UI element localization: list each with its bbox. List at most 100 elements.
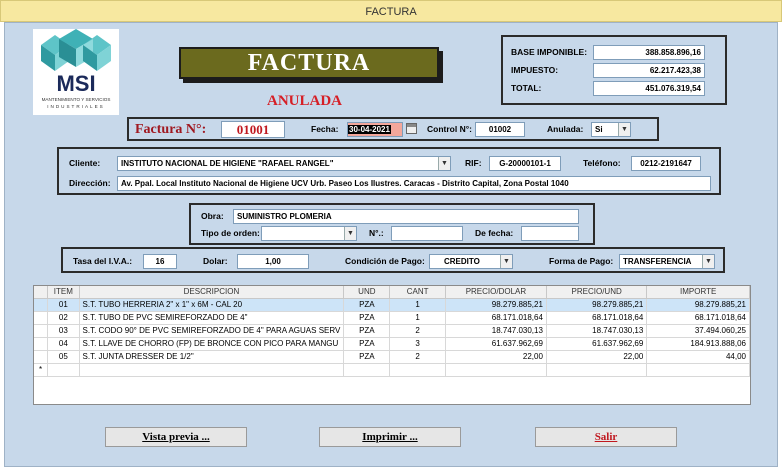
column-header-description[interactable]: DESCRIPCION [79,286,345,299]
cell-item[interactable] [47,363,80,377]
dollar-label: Dolar: [203,256,228,266]
cell-price-dollar[interactable]: 68.171.018,64 [445,311,547,325]
cell-unit[interactable]: PZA [343,311,391,325]
chevron-down-icon[interactable]: ▼ [702,255,714,268]
column-header-unit[interactable]: UND [343,286,391,299]
method-value: TRANSFERENCIA [623,257,692,266]
base-label: BASE IMPONIBLE: [511,47,588,57]
new-record-row[interactable]: * [34,363,750,377]
table-row[interactable]: 02 S.T. TUBO DE PVC SEMIREFORZADO DE 4" … [34,311,750,325]
cell-amount[interactable]: 37.494.060,25 [646,324,750,338]
cell-description[interactable]: S.T. LLAVE DE CHORRO (FP) DE BRONCE CON … [79,337,345,351]
cell-amount[interactable]: 98.279.885,21 [646,298,750,312]
from-date-label: De fecha: [475,228,514,238]
cell-quantity[interactable]: 2 [389,324,446,338]
cell-item[interactable]: 04 [47,337,80,351]
dollar-field[interactable]: 1,00 [237,254,309,269]
row-selector[interactable] [34,337,49,351]
cell-item[interactable]: 03 [47,324,80,338]
table-row[interactable]: 04 S.T. LLAVE DE CHORRO (FP) DE BRONCE C… [34,337,750,351]
cell-amount[interactable]: 184.913.888,06 [646,337,750,351]
cell-description[interactable]: S.T. CODO 90° DE PVC SEMIREFORZADO DE 4"… [79,324,345,338]
chevron-down-icon[interactable]: ▼ [500,255,512,268]
order-type-select[interactable]: ▼ [261,226,357,241]
cell-amount[interactable]: 68.171.018,64 [646,311,750,325]
window-title: FACTURA [365,6,417,18]
cell-unit[interactable]: PZA [343,324,391,338]
print-button[interactable]: Imprimir ... [319,427,461,447]
items-table: ITEM DESCRIPCION UND CANT PRECIO/DOLAR P… [34,286,750,377]
from-date-field[interactable] [521,226,579,241]
cell-unit[interactable] [343,363,391,377]
cell-price-dollar[interactable] [445,363,547,377]
cell-description[interactable]: S.T. JUNTA DRESSER DE 1/2" [79,350,345,364]
control-label: Control N°: [427,124,472,134]
cell-unit[interactable]: PZA [343,298,391,312]
column-header-amount[interactable]: IMPORTE [646,286,750,299]
phone-field[interactable]: 0212-2191647 [631,156,701,171]
annulled-select[interactable]: Si ▼ [591,122,631,137]
cell-description[interactable]: S.T. TUBO HERRERIA 2" x 1" x 6M - CAL 20 [79,298,345,312]
date-value: 30-04-2021 [348,125,391,134]
table-row[interactable]: 03 S.T. CODO 90° DE PVC SEMIREFORZADO DE… [34,324,750,338]
address-field[interactable]: Av. Ppal. Local Instituto Nacional de Hi… [117,176,711,191]
cell-item[interactable]: 05 [47,350,80,364]
control-field[interactable]: 01002 [475,122,525,137]
calendar-icon[interactable] [406,123,417,134]
cell-price-dollar[interactable]: 61.637.962,69 [445,337,547,351]
cell-price-dollar[interactable]: 18.747.030,13 [445,324,547,338]
cell-unit-price[interactable]: 22,00 [546,350,648,364]
cell-quantity[interactable]: 2 [389,350,446,364]
cell-quantity[interactable]: 1 [389,298,446,312]
order-number-field[interactable] [391,226,463,241]
chevron-down-icon[interactable]: ▼ [618,123,630,136]
cell-quantity[interactable]: 3 [389,337,446,351]
window-title-bar: FACTURA [0,0,782,22]
cell-amount[interactable] [646,363,750,377]
column-header-item[interactable]: ITEM [47,286,80,299]
obra-field[interactable]: SUMINISTRO PLOMERIA [233,209,579,224]
chevron-down-icon[interactable]: ▼ [344,227,356,240]
cell-unit-price[interactable] [546,363,648,377]
new-record-marker[interactable]: * [34,363,49,377]
table-row[interactable]: 01 S.T. TUBO HERRERIA 2" x 1" x 6M - CAL… [34,298,750,312]
row-selector[interactable] [34,350,49,364]
cell-quantity[interactable]: 1 [389,311,446,325]
method-label: Forma de Pago: [549,256,614,266]
cell-item[interactable]: 02 [47,311,80,325]
cell-price-dollar[interactable]: 22,00 [445,350,547,364]
row-selector[interactable] [34,298,49,312]
condition-label: Condición de Pago: [345,256,425,266]
cell-description[interactable]: S.T. TUBO DE PVC SEMIREFORZADO DE 4" [79,311,345,325]
cell-item[interactable]: 01 [47,298,80,312]
column-header-quantity[interactable]: CANT [389,286,446,299]
date-field[interactable]: 30-04-2021 [347,122,403,137]
iva-field[interactable]: 16 [143,254,177,269]
preview-button[interactable]: Vista previa ... [105,427,247,447]
exit-button[interactable]: Salir [535,427,677,447]
column-header-price-dollar[interactable]: PRECIO/DOLAR [445,286,547,299]
cell-amount[interactable]: 44,00 [646,350,750,364]
row-selector[interactable] [34,311,49,325]
chevron-down-icon[interactable]: ▼ [438,157,450,170]
cell-price-dollar[interactable]: 98.279.885,21 [445,298,547,312]
row-selector[interactable] [34,324,49,338]
client-select[interactable]: INSTITUTO NACIONAL DE HIGIENE "RAFAEL RA… [117,156,451,171]
status-annulled-label: ANULADA [267,93,342,109]
cell-unit-price[interactable]: 61.637.962,69 [546,337,648,351]
cell-unit[interactable]: PZA [343,337,391,351]
method-select[interactable]: TRANSFERENCIA ▼ [619,254,715,269]
rif-field[interactable]: G-20000101-1 [489,156,561,171]
cell-unit-price[interactable]: 18.747.030,13 [546,324,648,338]
invoice-number-field[interactable]: 01001 [221,121,285,138]
table-row[interactable]: 05 S.T. JUNTA DRESSER DE 1/2" PZA 2 22,0… [34,350,750,364]
cell-description[interactable] [79,363,345,377]
logo-subtitle-1: MANTENIMIENTO Y SERVICIOS [41,97,111,102]
condition-select[interactable]: CREDITO ▼ [429,254,513,269]
cell-unit-price[interactable]: 98.279.885,21 [546,298,648,312]
column-header-unit-price[interactable]: PRECIO/UND [546,286,648,299]
cell-unit-price[interactable]: 68.171.018,64 [546,311,648,325]
client-label: Cliente: [69,158,101,168]
cell-quantity[interactable] [389,363,446,377]
cell-unit[interactable]: PZA [343,350,391,364]
